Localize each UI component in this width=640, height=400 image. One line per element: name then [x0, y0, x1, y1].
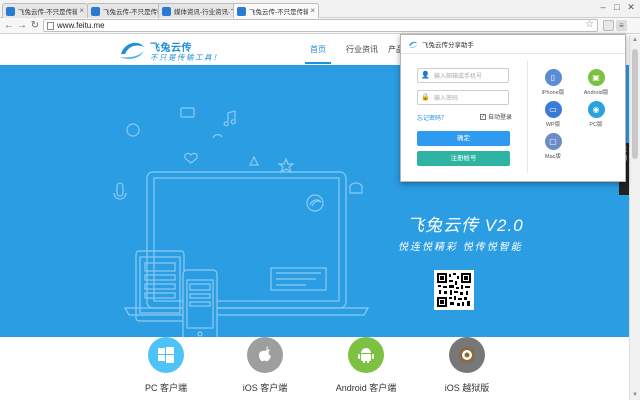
- platform-wp[interactable]: ▭ WP版: [538, 101, 568, 128]
- nav-home[interactable]: 首页: [310, 44, 326, 55]
- download-label: PC 客户端: [144, 383, 187, 393]
- account-input[interactable]: 👤 输入邮箱或手机号: [417, 68, 509, 83]
- browser-tab[interactable]: 媒体资讯-行业资讯-飞兔... ×: [158, 3, 244, 18]
- extension-feitu-icon[interactable]: [603, 20, 614, 31]
- tab-title: 飞兔云传-不只是传输工具: [18, 9, 77, 16]
- download-ios-jailbreak[interactable]: iOS 越狱版: [432, 337, 502, 394]
- tab-title: 飞兔云传-不只是传输工具: [249, 9, 308, 16]
- windows-icon: [148, 337, 184, 373]
- page-icon: [47, 21, 54, 30]
- popup-divider: [527, 61, 528, 173]
- popup-header: 飞兔云传分享助手: [401, 35, 625, 54]
- auto-login-label: 自动登录: [488, 115, 513, 121]
- reload-icon[interactable]: ↻: [29, 20, 41, 32]
- platform-label: iPhone版: [541, 90, 565, 96]
- register-button[interactable]: 注册帐号: [417, 151, 510, 166]
- scroll-down-icon[interactable]: ▼: [630, 390, 640, 400]
- account-placeholder: 输入邮箱或手机号: [434, 74, 483, 80]
- auto-login-checkbox[interactable]: ✓ 自动登录: [480, 112, 512, 121]
- tab-strip: 飞兔云传-不只是传输工具 × 飞兔云传-不只是传输工具 × 媒体资讯-行业资讯-…: [0, 0, 640, 18]
- menu-icon[interactable]: ≡: [616, 20, 627, 31]
- hero-title: 飞兔云传 V2.0: [407, 216, 524, 235]
- lock-icon: 🔒: [421, 93, 430, 101]
- windows-phone-icon: ▭: [544, 101, 562, 118]
- platform-label: Android版: [583, 90, 609, 96]
- platform-label: Mac版: [545, 154, 561, 160]
- iphone-icon: ▯: [544, 69, 562, 86]
- android-icon: ▣: [587, 69, 605, 86]
- page-scrollbar[interactable]: ▲ ▼: [629, 35, 640, 400]
- minimize-icon[interactable]: –: [596, 1, 610, 13]
- platform-iphone[interactable]: ▯ iPhone版: [538, 69, 568, 96]
- scrollbar-thumb[interactable]: [632, 49, 638, 159]
- password-input[interactable]: 🔒 输入密码: [417, 90, 509, 105]
- download-pc[interactable]: PC 客户端: [131, 337, 201, 394]
- favicon-icon: [6, 6, 15, 16]
- platform-label: PC版: [589, 122, 603, 128]
- forward-icon[interactable]: →: [16, 20, 28, 32]
- platform-label: WP版: [545, 122, 561, 128]
- close-window-icon[interactable]: ✕: [624, 1, 638, 13]
- apple-icon: [247, 337, 283, 373]
- qr-code-icon: [434, 270, 474, 310]
- download-label: iOS 客户端: [242, 383, 288, 393]
- checkbox-checked-icon[interactable]: ✓: [480, 113, 486, 120]
- tab-title: 飞兔云传-不只是传输工具: [103, 9, 162, 16]
- browser-tab[interactable]: 飞兔云传-不只是传输工具 ×: [2, 3, 88, 18]
- platform-android[interactable]: ▣ Android版: [581, 69, 611, 96]
- feitu-logo-icon: [408, 41, 418, 48]
- nav-industry-news[interactable]: 行业资讯: [346, 44, 378, 55]
- download-section: PC 客户端 iOS 客户端 Android 客户端 iOS 越狱版: [0, 337, 629, 400]
- tab-close-icon[interactable]: ×: [79, 7, 84, 15]
- url-input[interactable]: www.feitu.me ☆: [43, 19, 598, 32]
- logo-slogan: 不只是传输工具！: [150, 53, 222, 62]
- maximize-icon[interactable]: □: [610, 1, 624, 13]
- download-ios[interactable]: iOS 客户端: [230, 337, 300, 394]
- favicon-icon: [162, 6, 171, 16]
- download-android[interactable]: Android 客户端: [331, 337, 401, 394]
- favicon-icon: [237, 6, 246, 16]
- platform-pc[interactable]: ◉ PC版: [581, 101, 611, 128]
- download-label: iOS 越狱版: [444, 383, 490, 393]
- nav-active-indicator: [305, 62, 331, 64]
- hero-slogan: 悦连悦精彩 悦传悦智能: [398, 242, 523, 253]
- favicon-icon: [91, 6, 100, 16]
- forgot-password-link[interactable]: 忘记密码？: [417, 113, 447, 122]
- pc-icon: ◉: [587, 101, 605, 118]
- url-text: www.feitu.me: [57, 21, 105, 30]
- user-icon: 👤: [421, 71, 430, 79]
- platform-mac[interactable]: ▢ Mac版: [538, 133, 568, 160]
- browser-tab-active[interactable]: 飞兔云传-不只是传输工具 ×: [233, 3, 319, 18]
- android-icon: [348, 337, 384, 373]
- download-label: Android 客户端: [335, 383, 397, 393]
- login-button[interactable]: 确定: [417, 131, 510, 146]
- password-placeholder: 输入密码: [434, 96, 459, 102]
- scroll-up-icon[interactable]: ▲: [630, 35, 640, 45]
- back-icon[interactable]: ←: [3, 20, 15, 32]
- extension-popup: 飞兔云传分享助手 👤 输入邮箱或手机号 🔒 输入密码 忘记密码？ ✓ 自动登录 …: [400, 34, 626, 182]
- tab-close-icon[interactable]: ×: [310, 7, 315, 15]
- popup-title: 飞兔云传分享助手: [422, 42, 474, 49]
- tab-title: 媒体资讯-行业资讯-飞兔...: [174, 9, 233, 16]
- mac-icon: ▢: [544, 133, 562, 150]
- bookmark-star-icon[interactable]: ☆: [585, 19, 594, 30]
- address-bar-row: ← → ↻ www.feitu.me ☆ ≡: [0, 18, 640, 34]
- cydia-icon: [449, 337, 485, 373]
- feitu-logo-icon[interactable]: [118, 38, 146, 62]
